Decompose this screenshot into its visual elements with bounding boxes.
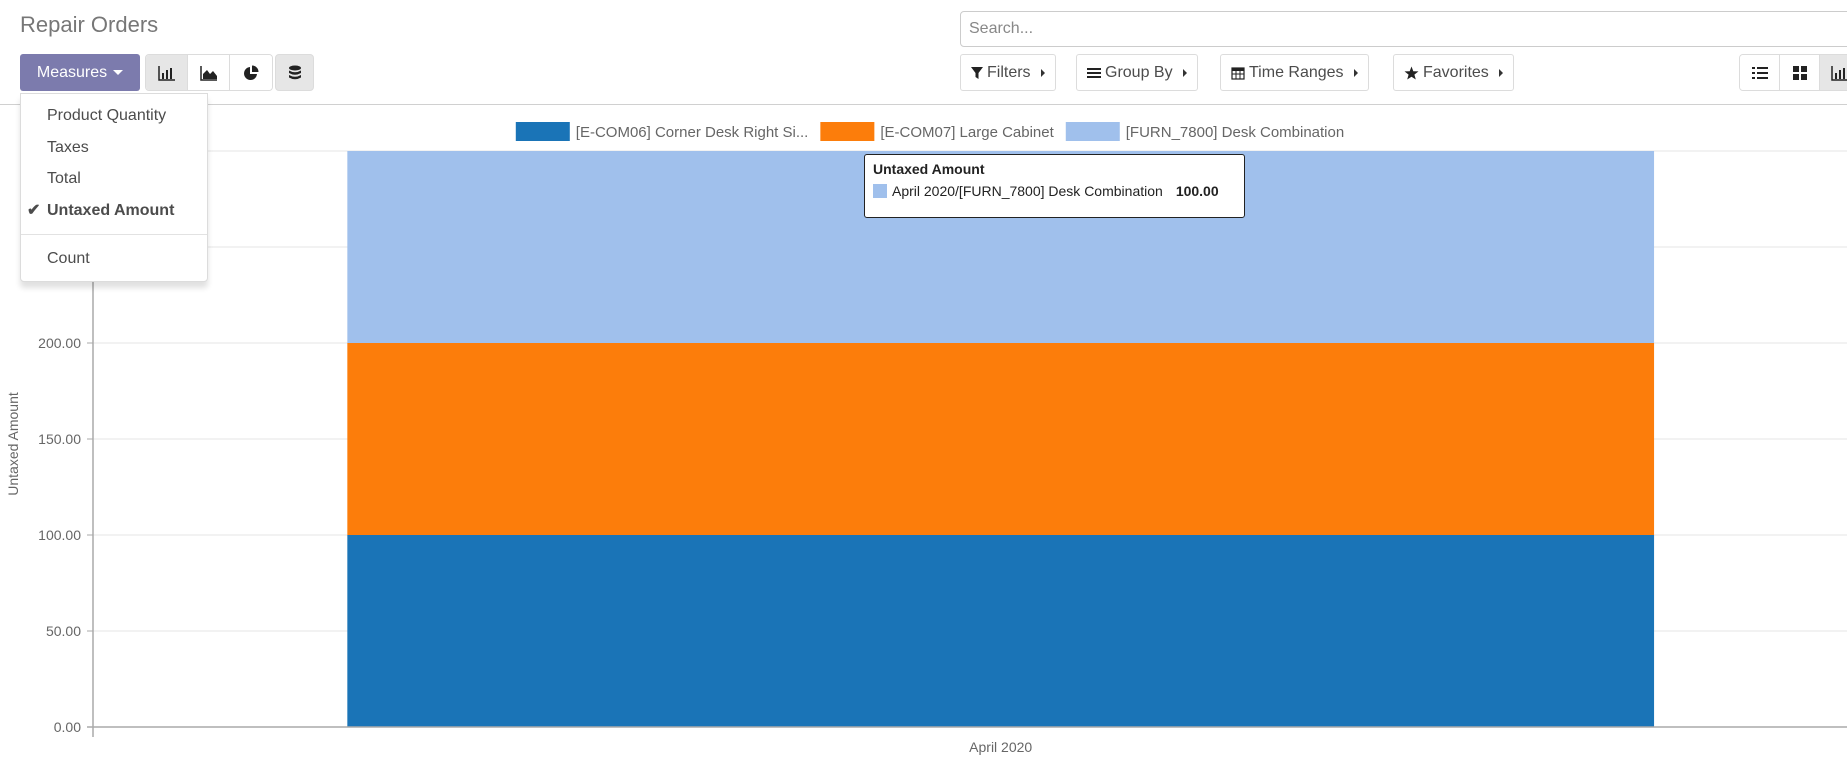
star-icon (1404, 66, 1419, 79)
bar-segment (347, 343, 1655, 535)
filter-icon (971, 66, 983, 79)
caret-right-icon (1498, 68, 1503, 77)
measure-item[interactable]: ✔ Untaxed Amount (21, 195, 207, 227)
legend-swatch (515, 122, 570, 141)
graph-view-button[interactable] (1820, 55, 1847, 90)
tooltip-swatch (873, 184, 887, 198)
page-title: Repair Orders (20, 12, 159, 37)
pie-chart-button[interactable] (230, 55, 272, 90)
caret-right-icon (1353, 68, 1358, 77)
measure-item[interactable]: Taxes (21, 132, 207, 164)
kanban-icon (1792, 65, 1807, 80)
list-view-button[interactable] (1740, 55, 1780, 90)
time-ranges-button[interactable]: Time Ranges (1220, 54, 1369, 91)
favorites-label: Favorites (1423, 63, 1489, 81)
view-switcher (1739, 54, 1847, 91)
bar-chart-icon (1830, 65, 1847, 81)
database-icon (288, 65, 301, 79)
y-tick-label: 0.00 (54, 719, 81, 735)
measure-item-label: Product Quantity (47, 107, 167, 124)
bar-chart-icon (157, 65, 175, 81)
legend-label: [E-COM07] Large Cabinet (880, 124, 1054, 141)
bar-segment (347, 535, 1655, 727)
legend-label: [E-COM06] Corner Desk Right Si... (576, 124, 809, 141)
y-tick-label: 150.00 (38, 431, 81, 447)
measure-item[interactable]: Product Quantity (21, 100, 207, 132)
measure-item-count[interactable]: Count (21, 243, 207, 275)
measure-item-label: Taxes (47, 138, 89, 156)
tooltip-label: April 2020/[FURN_7800] Desk Combination (892, 183, 1163, 199)
legend-swatch (820, 122, 875, 141)
time-ranges-label: Time Ranges (1249, 63, 1344, 81)
x-tick-label: April 2020 (969, 739, 1032, 755)
search-input[interactable] (960, 11, 1847, 47)
tooltip-value: 100.00 (1175, 183, 1219, 199)
chart-tooltip: Untaxed Amount April 2020/[FURN_7800] De… (864, 154, 1245, 218)
y-tick-label: 100.00 (38, 527, 81, 543)
measure-item-label: Count (47, 250, 90, 267)
legend-swatch (1065, 122, 1120, 141)
calendar-icon (1231, 66, 1245, 80)
kanban-view-button[interactable] (1780, 55, 1820, 90)
group-by-label: Group By (1105, 63, 1173, 81)
tooltip-title: Untaxed Amount (873, 161, 985, 177)
group-by-button[interactable]: Group By (1076, 54, 1198, 91)
favorites-button[interactable]: Favorites (1393, 54, 1514, 91)
stacked-toggle-button[interactable] (275, 54, 314, 91)
measures-dropdown: Product Quantity Taxes Total ✔ Untaxed Amoun… (20, 93, 208, 282)
y-tick-label: 50.00 (46, 623, 81, 639)
filters-button[interactable]: Filters (960, 54, 1056, 91)
legend-label: [FURN_7800] Desk Combination (1126, 124, 1344, 141)
bars-icon (1087, 67, 1101, 78)
bar-chart-button[interactable] (146, 55, 188, 90)
measure-item-label: Total (47, 170, 81, 187)
check-icon: ✔ (27, 201, 41, 219)
caret-right-icon (1182, 68, 1187, 77)
area-chart-icon (199, 65, 217, 81)
measure-item-label: Untaxed Amount (47, 201, 175, 219)
filters-label: Filters (987, 63, 1031, 81)
measure-item[interactable]: Total (21, 163, 207, 195)
caret-right-icon (1040, 68, 1045, 77)
measures-label: Measures (36, 63, 108, 81)
line-chart-button[interactable] (188, 55, 230, 90)
dropdown-divider (21, 234, 207, 235)
list-icon (1751, 66, 1768, 79)
measures-button[interactable]: Measures (20, 54, 140, 91)
caret-down-icon (113, 70, 124, 75)
y-axis-label: Untaxed Amount (5, 392, 21, 496)
pie-chart-icon (244, 65, 259, 80)
chart-type-group (145, 54, 273, 91)
y-tick-label: 200.00 (38, 335, 81, 351)
